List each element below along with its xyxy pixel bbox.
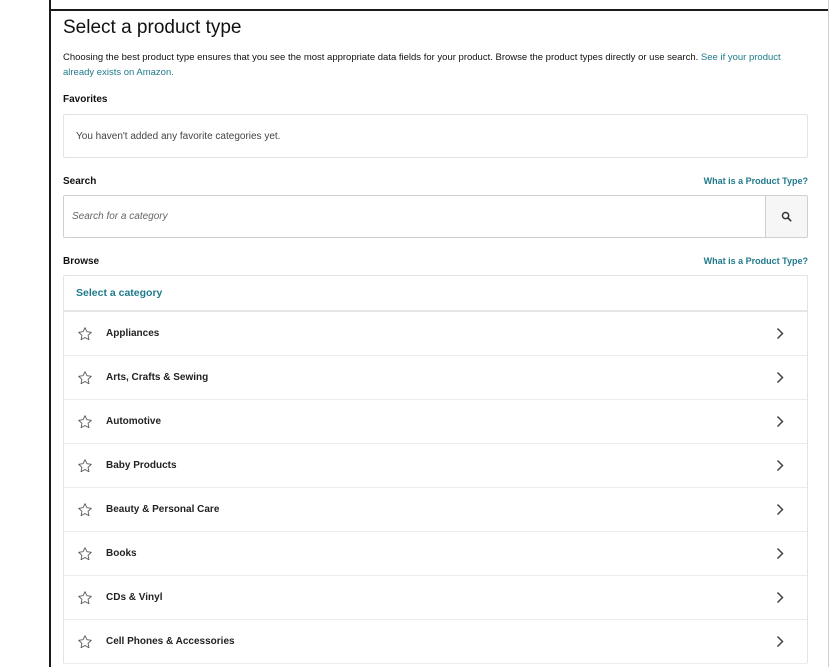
chevron-right-icon (775, 503, 785, 517)
category-row-cell-phones-accessories[interactable]: Cell Phones & Accessories (64, 620, 807, 664)
select-category-header: Select a category (64, 276, 807, 312)
chevron-right-icon (775, 415, 785, 429)
favorites-label: Favorites (63, 93, 108, 105)
chevron-right-icon (775, 591, 785, 605)
browse-header: Browse What is a Product Type? (63, 253, 808, 269)
category-row-cds-vinyl[interactable]: CDs & Vinyl (64, 576, 807, 620)
category-label: Automotive (106, 416, 161, 427)
chevron-right-icon (775, 635, 785, 649)
chevron-right-icon (775, 327, 785, 341)
main-content: Select a product type Choosing the best … (63, 14, 808, 664)
browse-help-link[interactable]: What is a Product Type? (704, 256, 808, 266)
page-title: Select a product type (63, 17, 242, 38)
chevron-right-icon (775, 371, 785, 385)
category-label: Cell Phones & Accessories (106, 636, 235, 647)
star-outline-icon[interactable] (76, 457, 94, 475)
window-top-border (49, 9, 829, 11)
chevron-right-icon (775, 547, 785, 561)
star-outline-icon[interactable] (76, 589, 94, 607)
search-header: Search What is a Product Type? (63, 173, 808, 189)
favorites-empty-text: You haven't added any favorite categorie… (76, 130, 281, 142)
window-right-border (828, 0, 829, 667)
search-label: Search (63, 175, 97, 187)
category-label: Appliances (106, 328, 160, 339)
page-frame: Select a product type Choosing the best … (0, 0, 839, 667)
category-label: Beauty & Personal Care (106, 504, 220, 515)
search-box (63, 195, 808, 238)
category-label: Arts, Crafts & Sewing (106, 372, 209, 383)
search-icon (781, 211, 792, 222)
category-row-automotive[interactable]: Automotive (64, 400, 807, 444)
search-help-link[interactable]: What is a Product Type? (704, 176, 808, 186)
star-outline-icon[interactable] (76, 325, 94, 343)
category-row-books[interactable]: Books (64, 532, 807, 576)
favorites-box: You haven't added any favorite categorie… (63, 114, 808, 158)
category-list: Select a category Appliances Arts, Craft… (63, 275, 808, 664)
browse-label: Browse (63, 255, 100, 267)
category-row-appliances[interactable]: Appliances (64, 312, 807, 356)
chevron-right-icon (775, 459, 785, 473)
window-left-border (49, 0, 51, 667)
category-row-arts-crafts-sewing[interactable]: Arts, Crafts & Sewing (64, 356, 807, 400)
search-input[interactable] (64, 196, 765, 237)
category-row-baby-products[interactable]: Baby Products (64, 444, 807, 488)
intro-text: Choosing the best product type ensures t… (63, 52, 699, 63)
star-outline-icon[interactable] (76, 369, 94, 387)
star-outline-icon[interactable] (76, 633, 94, 651)
star-outline-icon[interactable] (76, 413, 94, 431)
search-button[interactable] (765, 196, 807, 237)
star-outline-icon[interactable] (76, 545, 94, 563)
favorites-header: Favorites (63, 91, 808, 107)
category-label: CDs & Vinyl (106, 592, 163, 603)
category-label: Baby Products (106, 460, 177, 471)
category-row-beauty-personal-care[interactable]: Beauty & Personal Care (64, 488, 807, 532)
category-label: Books (106, 548, 137, 559)
intro-paragraph: Choosing the best product type ensures t… (63, 50, 808, 80)
star-outline-icon[interactable] (76, 501, 94, 519)
